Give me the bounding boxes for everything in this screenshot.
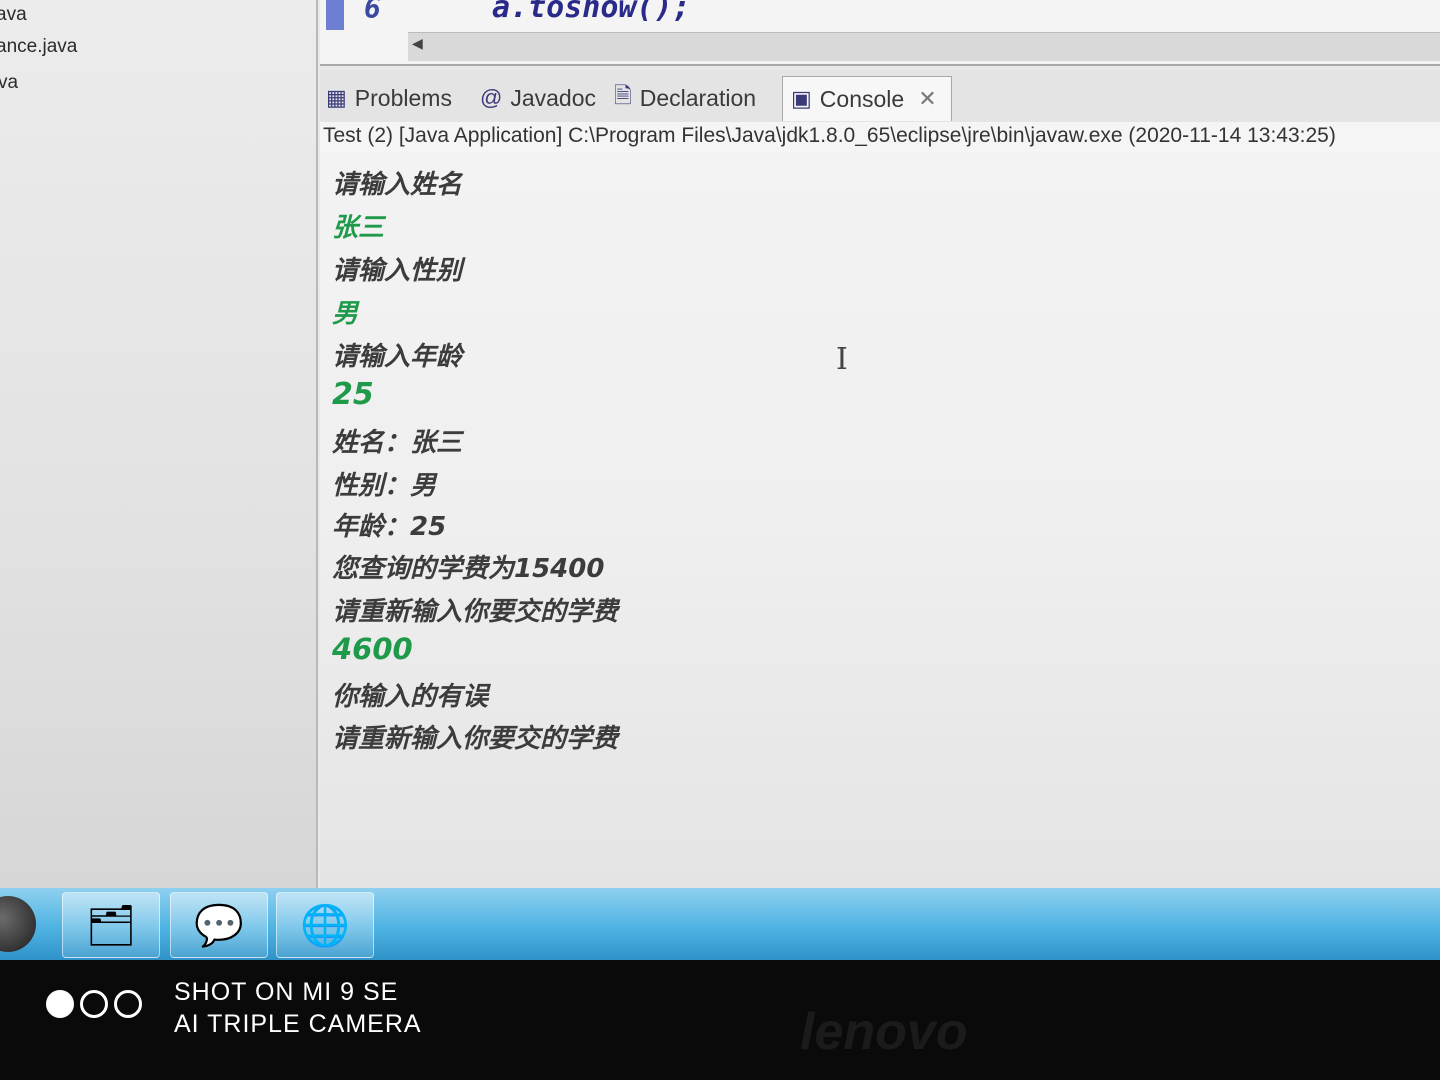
console-line: 请重新输入你要交的学费: [332, 724, 619, 754]
watermark-line-2: AI TRIPLE CAMERA: [174, 1010, 422, 1038]
console-line: 请输入年龄: [332, 342, 463, 372]
console-line: 你输入的有误: [332, 682, 489, 712]
line-number: 6: [364, 0, 381, 25]
console-line: 男: [332, 299, 359, 329]
brand-logo: lenovo: [800, 1003, 968, 1061]
text-cursor-icon: I: [836, 342, 848, 377]
explorer-file-item[interactable]: ance.java: [0, 36, 77, 58]
console-line: 性别：男: [332, 471, 437, 501]
console-line: 请输入姓名: [332, 170, 463, 200]
console-line: 您查询的学费为15400: [332, 554, 605, 584]
view-tab-bar: ▦ Problems @ Javadoc 🗎 Declaration ▣ Con…: [320, 70, 1440, 123]
scroll-left-arrow-icon[interactable]: ◀: [412, 36, 423, 52]
console-line: 25: [332, 377, 374, 412]
tab-javadoc[interactable]: @ Javadoc: [480, 78, 596, 118]
tab-label: Console: [819, 85, 905, 112]
explorer-file-item[interactable]: ava: [0, 4, 27, 26]
console-line: 姓名：张三: [332, 428, 463, 458]
current-line-marker: [326, 0, 344, 30]
tab-console[interactable]: ▣ Console ✕: [782, 76, 952, 121]
camera-logo-icon: [46, 990, 142, 1018]
watermark-line-1: SHOT ON MI 9 SE: [174, 978, 399, 1006]
tab-label: Javadoc: [510, 84, 597, 111]
explorer-file-item[interactable]: va: [0, 72, 18, 94]
monitor-bezel: SHOT ON MI 9 SE AI TRIPLE CAMERA lenovo: [0, 960, 1440, 1080]
console-line: 年龄：25: [332, 512, 447, 542]
tab-declaration[interactable]: 🗎 Declaration: [614, 78, 756, 118]
file-explorer-icon[interactable]: 🗂: [62, 892, 160, 958]
console-line: 请输入性别: [332, 256, 463, 286]
qq-browser-icon[interactable]: 🌐: [276, 892, 374, 958]
start-button[interactable]: [0, 896, 36, 952]
code-line[interactable]: a.toshow();: [492, 0, 691, 25]
console-line: 张三: [332, 213, 385, 243]
taskbar: 🗂 💬 🌐: [0, 888, 1440, 960]
horizontal-scrollbar[interactable]: ◀: [408, 32, 1440, 61]
console-line: 请重新输入你要交的学费: [332, 597, 619, 627]
tab-problems[interactable]: ▦ Problems: [326, 78, 452, 118]
package-explorer: ava ance.java va: [0, 0, 318, 890]
problems-icon: ▦: [326, 85, 347, 110]
console-line: 4600: [332, 632, 413, 666]
console-output[interactable]: 请输入姓名 张三 请输入性别 男 请输入年龄 25 姓名：张三 性别：男 年龄：…: [320, 152, 1440, 890]
camera-watermark: SHOT ON MI 9 SE AI TRIPLE CAMERA: [174, 976, 422, 1040]
console-launch-description: Test (2) [Java Application] C:\Program F…: [320, 122, 1440, 153]
tab-label: Declaration: [639, 84, 757, 111]
console-icon: ▣: [791, 86, 812, 111]
tab-label: Problems: [354, 84, 452, 111]
close-icon[interactable]: ✕: [918, 86, 936, 112]
declaration-icon: 🗎: [614, 83, 632, 108]
wechat-icon[interactable]: 💬: [170, 892, 268, 958]
code-editor[interactable]: 6 a.toshow(); ◀: [320, 0, 1440, 66]
at-icon: @: [480, 85, 503, 110]
